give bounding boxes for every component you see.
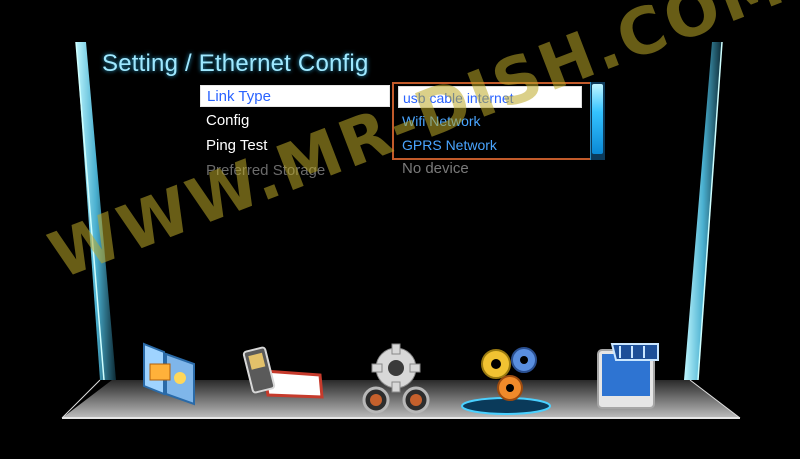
dropdown-scrollbar[interactable]: [590, 82, 605, 160]
settings-gear-icon[interactable]: [358, 342, 434, 416]
page-title: Setting / Ethernet Config: [102, 50, 369, 77]
system-settings-gears-icon[interactable]: [458, 342, 554, 418]
screen: Setting / Ethernet Config Link Type Conf…: [0, 0, 800, 459]
phone-device-icon[interactable]: [242, 345, 326, 409]
preferred-storage-value: No device: [402, 160, 469, 177]
scrollbar-thumb[interactable]: [592, 84, 603, 154]
video-player-icon[interactable]: [592, 340, 662, 416]
media-gallery-icon[interactable]: [138, 338, 198, 410]
